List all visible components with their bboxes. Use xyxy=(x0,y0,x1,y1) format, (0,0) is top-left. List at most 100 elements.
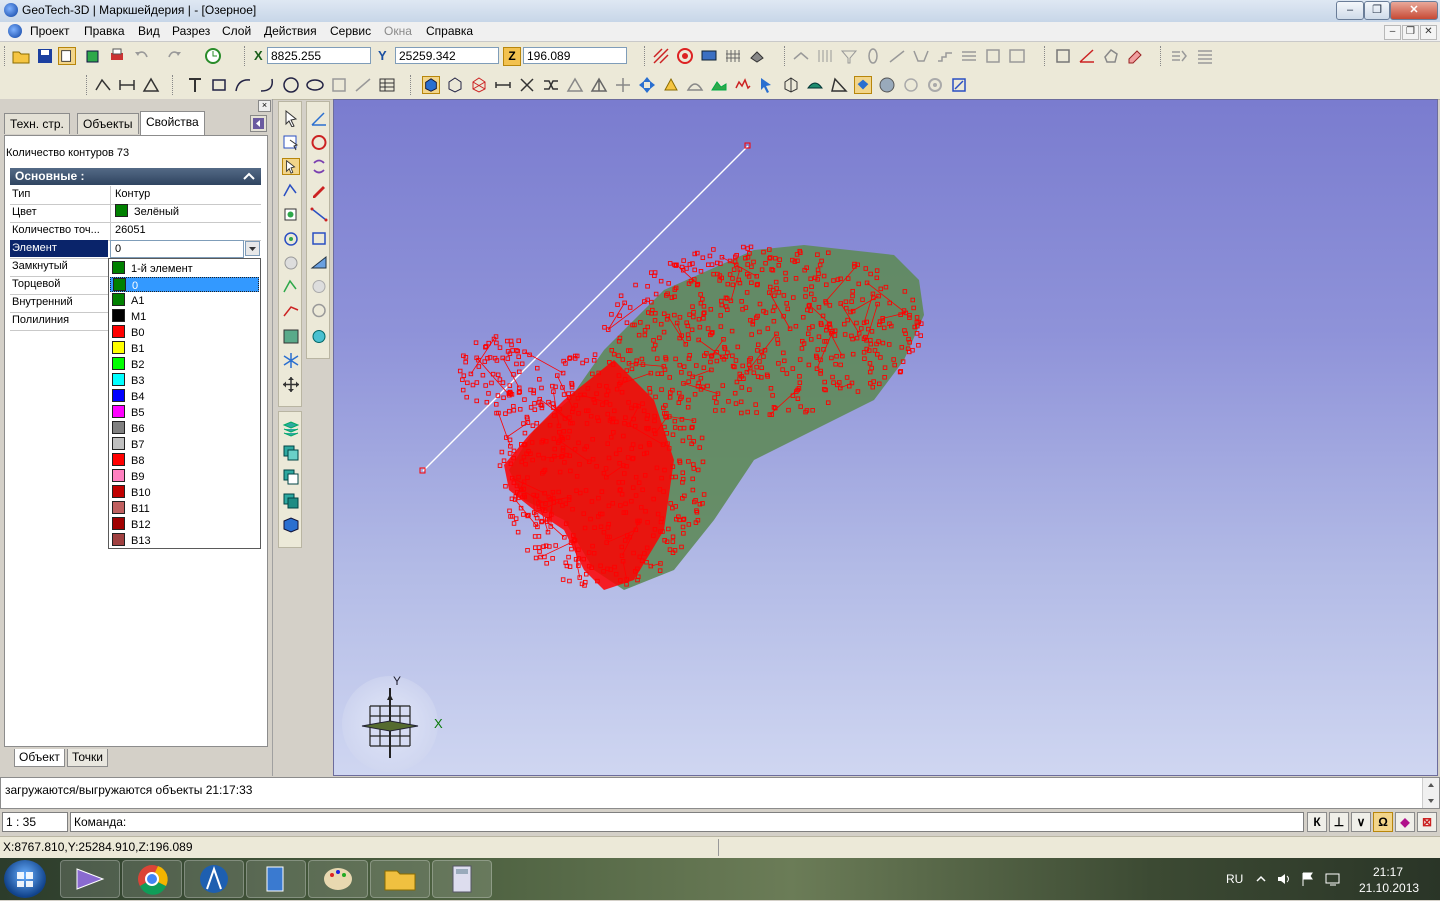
mdi-restore-button[interactable]: ❐ xyxy=(1402,25,1419,40)
axis-gizmo[interactable]: Y X xyxy=(342,674,443,772)
square-tool-icon[interactable] xyxy=(330,76,348,94)
curve-tool-icon[interactable] xyxy=(234,76,252,94)
pointer-icon[interactable] xyxy=(282,110,300,127)
snowflake-icon[interactable] xyxy=(282,352,300,369)
terrain-icon[interactable] xyxy=(710,76,728,94)
mdi-minimize-button[interactable]: – xyxy=(1384,25,1401,40)
hand-icon[interactable] xyxy=(902,76,920,94)
circle-tool-icon[interactable] xyxy=(282,76,300,94)
mesh-view-icon[interactable] xyxy=(470,76,488,94)
select-box-icon[interactable] xyxy=(282,134,300,151)
triangulate-icon[interactable] xyxy=(590,76,608,94)
cube-icon[interactable] xyxy=(84,47,102,65)
move-axes-icon[interactable] xyxy=(638,76,656,94)
rectangle-tool-icon[interactable] xyxy=(210,76,228,94)
cursor-measure-icon[interactable] xyxy=(758,76,776,94)
list-item[interactable]: B5 xyxy=(110,405,259,420)
list-item[interactable]: B10 xyxy=(110,485,259,500)
stockpile-icon[interactable] xyxy=(686,76,704,94)
paint-icon[interactable] xyxy=(282,302,300,319)
network-icon[interactable] xyxy=(1324,871,1342,887)
group-header[interactable]: Основные : xyxy=(10,168,261,185)
profile-icon[interactable] xyxy=(734,76,752,94)
menu-actions[interactable]: Действия xyxy=(264,24,317,38)
tab-object[interactable]: Объект xyxy=(14,749,65,767)
wireframe-view-icon[interactable] xyxy=(446,76,464,94)
close-button[interactable]: ✕ xyxy=(1390,1,1438,20)
list-item-selected[interactable]: 0 xyxy=(110,277,259,292)
solid-block-icon[interactable] xyxy=(282,516,300,533)
minimize-button[interactable]: – xyxy=(1336,1,1364,20)
list-item[interactable]: B11 xyxy=(110,501,259,516)
element-select[interactable]: 0 xyxy=(110,240,244,258)
hatch-icon[interactable] xyxy=(724,47,742,65)
undo-icon[interactable] xyxy=(132,47,150,65)
slope-icon[interactable] xyxy=(888,47,906,65)
list-icon[interactable] xyxy=(1196,47,1214,65)
frame-nodes-icon[interactable] xyxy=(310,230,328,247)
tab-points[interactable]: Точки xyxy=(67,749,109,767)
list-item[interactable]: B13 xyxy=(110,533,259,548)
columns-icon[interactable] xyxy=(816,47,834,65)
angle-tool-icon[interactable] xyxy=(310,110,328,127)
menu-view[interactable]: Вид xyxy=(138,24,160,38)
list-item[interactable]: B2 xyxy=(110,357,259,372)
taskbar-document-app[interactable] xyxy=(246,860,306,898)
menu-service[interactable]: Сервис xyxy=(330,24,371,38)
polyline-icon[interactable] xyxy=(94,76,112,94)
clock-time[interactable]: 21:17 xyxy=(1373,865,1403,879)
volume-icon[interactable] xyxy=(1276,872,1292,886)
layer-stack-icon[interactable] xyxy=(960,47,978,65)
property-row-element[interactable]: Элемент 0 xyxy=(10,240,261,259)
point-edit-icon[interactable] xyxy=(282,278,300,295)
arc-tool-icon[interactable] xyxy=(258,76,276,94)
pen-icon[interactable] xyxy=(310,182,328,199)
taskbar-geotech[interactable] xyxy=(184,860,244,898)
eraser-icon[interactable] xyxy=(1126,47,1144,65)
surface-icon[interactable] xyxy=(806,76,824,94)
vertex-edit-icon[interactable] xyxy=(282,182,300,199)
list-item[interactable]: B0 xyxy=(110,325,259,340)
start-button[interactable] xyxy=(4,860,46,898)
line-tool-icon[interactable] xyxy=(354,76,372,94)
z-coordinate-input[interactable]: 196.089 xyxy=(523,47,627,64)
segment-icon[interactable] xyxy=(310,206,328,223)
pit-icon[interactable] xyxy=(912,47,930,65)
clock-icon[interactable] xyxy=(204,47,222,65)
circle-draw-icon[interactable] xyxy=(310,134,328,151)
teal-shape-icon[interactable] xyxy=(310,328,328,345)
distance-icon[interactable] xyxy=(494,76,512,94)
duplicate-layer-icon[interactable] xyxy=(282,468,300,485)
fill-area-icon[interactable] xyxy=(282,328,300,345)
snap-arc-button[interactable]: Ω xyxy=(1373,812,1393,832)
bubble-icon[interactable] xyxy=(310,278,328,295)
panel-toggle-button[interactable] xyxy=(250,115,267,132)
toolbar-grip[interactable] xyxy=(1160,46,1164,66)
copy-layer-icon[interactable] xyxy=(282,444,300,461)
document-icon[interactable] xyxy=(8,24,22,38)
list-item[interactable]: B8 xyxy=(110,453,259,468)
zero-icon[interactable] xyxy=(864,47,882,65)
panel-close-icon[interactable]: × xyxy=(258,100,271,112)
language-indicator[interactable]: RU xyxy=(1226,872,1243,886)
hand-pan-icon[interactable] xyxy=(282,254,300,271)
tab-objects[interactable]: Объекты xyxy=(77,113,139,134)
list-item[interactable]: B6 xyxy=(110,421,259,436)
list-item[interactable]: 1-й элемент xyxy=(110,261,259,276)
flag-icon[interactable] xyxy=(1300,871,1316,887)
window-icon[interactable] xyxy=(1008,47,1026,65)
maximize-button[interactable]: ❐ xyxy=(1364,1,1390,20)
property-row-color[interactable]: Цвет Зелёный xyxy=(10,204,261,223)
grid-snap-icon[interactable] xyxy=(652,47,670,65)
snap-intersection-button[interactable]: ∨ xyxy=(1351,812,1371,832)
eraser-block-icon[interactable] xyxy=(748,47,766,65)
menu-edit[interactable]: Правка xyxy=(84,24,125,38)
list-item[interactable]: M1 xyxy=(110,309,259,324)
menu-project[interactable]: Проект xyxy=(30,24,70,38)
snap-k-button[interactable]: К xyxy=(1307,812,1327,832)
dimension-icon[interactable] xyxy=(118,76,136,94)
merge-layer-icon[interactable] xyxy=(282,492,300,509)
command-input[interactable]: Команда: xyxy=(70,812,1304,832)
taskbar-explorer[interactable] xyxy=(370,860,430,898)
menu-windows[interactable]: Окна xyxy=(384,24,412,38)
